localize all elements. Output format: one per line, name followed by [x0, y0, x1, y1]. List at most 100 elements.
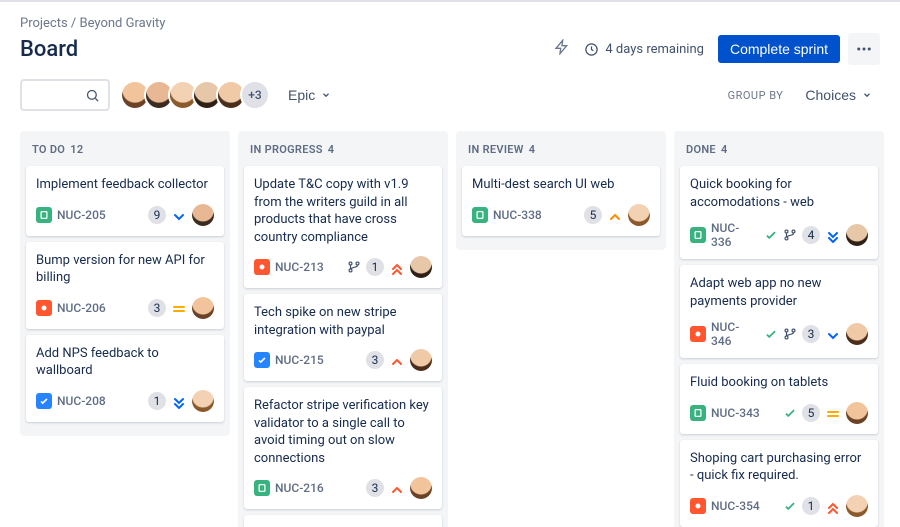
- column-count: 4: [328, 143, 335, 156]
- assignee-avatar[interactable]: [410, 477, 432, 499]
- sprint-remaining: 4 days remaining: [584, 42, 704, 57]
- column: DONE 4Quick booking for accomodations - …: [674, 131, 884, 527]
- card-title: Add NPS feedback to wallboard: [36, 345, 214, 380]
- issue-key: NUC-338: [493, 208, 542, 222]
- priority-icon: [171, 393, 187, 409]
- assignee-avatar[interactable]: [410, 349, 432, 371]
- clock-icon: [584, 42, 599, 57]
- breadcrumb-project-name[interactable]: Beyond Gravity: [80, 16, 166, 31]
- column-header: IN PROGRESS 4: [244, 139, 442, 166]
- issue-type-icon: [254, 352, 270, 368]
- issue-type-icon: [690, 227, 706, 243]
- issue-card[interactable]: Quick booking for accomodations - web NUC…: [680, 166, 878, 259]
- issue-card[interactable]: Add NPS feedback to wallboard NUC-208 1: [26, 335, 224, 422]
- issue-type-icon: [472, 207, 488, 223]
- card-title: Fluid booking on tablets: [690, 374, 868, 392]
- issue-key: NUC-336: [711, 221, 754, 249]
- issue-card[interactable]: Shoping cart purchasing error - quick fi…: [680, 440, 878, 527]
- column-header: IN REVIEW 4: [462, 139, 660, 166]
- issue-card[interactable]: Bump version for new API for billingNUC-…: [26, 242, 224, 329]
- priority-icon: [171, 300, 187, 316]
- card-title: Adapt web app no new payments provider: [690, 275, 868, 310]
- story-points: 3: [802, 325, 820, 343]
- branch-icon: [783, 228, 797, 242]
- issue-card[interactable]: Change phone number field type to 'phone…: [244, 515, 442, 527]
- branch-icon: [783, 327, 797, 341]
- issue-card[interactable]: Adapt web app no new payments provider NU…: [680, 265, 878, 358]
- card-title: Bump version for new API for billing: [36, 252, 214, 287]
- done-check-icon: [783, 406, 797, 420]
- column-header: DONE 4: [680, 139, 878, 166]
- issue-card[interactable]: Tech spike on new stripe integration wit…: [244, 294, 442, 381]
- issue-type-icon: [254, 480, 270, 496]
- story-points: 9: [148, 206, 166, 224]
- done-check-icon: [764, 228, 778, 242]
- issue-key: NUC-213: [275, 260, 324, 274]
- column: TO DO 12Implement feedback collectorNUC-…: [20, 131, 230, 436]
- search-input[interactable]: [20, 79, 110, 111]
- issue-type-icon: [36, 300, 52, 316]
- board: TO DO 12Implement feedback collectorNUC-…: [20, 131, 880, 527]
- issue-type-icon: [690, 326, 706, 342]
- issue-type-icon: [690, 498, 706, 514]
- assignee-avatar[interactable]: [846, 224, 868, 246]
- complete-sprint-button[interactable]: Complete sprint: [718, 35, 840, 63]
- priority-icon: [389, 352, 405, 368]
- priority-icon: [607, 207, 623, 223]
- story-points: 1: [802, 497, 820, 515]
- issue-card[interactable]: Multi-dest search UI webNUC-3385: [462, 166, 660, 236]
- card-title: Quick booking for accomodations - web: [690, 176, 868, 211]
- card-title: Update T&C copy with v1.9 from the write…: [254, 176, 432, 246]
- assignee-avatar[interactable]: [846, 495, 868, 517]
- story-points: 1: [366, 258, 384, 276]
- assignee-avatar[interactable]: [192, 297, 214, 319]
- issue-card[interactable]: Fluid booking on tabletsNUC-3435: [680, 364, 878, 434]
- issue-key: NUC-215: [275, 353, 324, 367]
- issue-card[interactable]: Update T&C copy with v1.9 from the write…: [244, 166, 442, 288]
- issue-type-icon: [36, 207, 52, 223]
- issue-type-icon: [254, 259, 270, 275]
- assignee-avatar[interactable]: [192, 204, 214, 226]
- done-check-icon: [783, 499, 797, 513]
- issue-card[interactable]: Refactor stripe verification key validat…: [244, 387, 442, 509]
- column: IN PROGRESS 4 Update T&C copy with v1.9 f…: [238, 131, 448, 527]
- more-actions-button[interactable]: [848, 33, 880, 65]
- issue-type-icon: [690, 405, 706, 421]
- priority-icon: [825, 326, 841, 342]
- issue-type-icon: [36, 393, 52, 409]
- assignee-avatar[interactable]: [410, 256, 432, 278]
- story-points: 3: [366, 479, 384, 497]
- board-controls: +3 Epic GROUP BY Choices: [20, 79, 880, 111]
- groupby-label: GROUP BY: [728, 89, 784, 102]
- epic-filter[interactable]: Epic: [280, 81, 339, 109]
- page-title: Board: [20, 37, 78, 62]
- priority-icon: [825, 227, 841, 243]
- issue-key: NUC-346: [711, 320, 754, 348]
- story-points: 4: [802, 226, 820, 244]
- assignee-filter[interactable]: +3: [120, 80, 270, 110]
- groupby-dropdown[interactable]: Choices: [797, 81, 880, 109]
- priority-icon: [389, 480, 405, 496]
- story-points: 1: [148, 392, 166, 410]
- card-title: Implement feedback collector: [36, 176, 214, 194]
- avatar-more[interactable]: +3: [240, 80, 270, 110]
- priority-icon: [171, 207, 187, 223]
- story-points: 3: [148, 299, 166, 317]
- priority-icon: [825, 498, 841, 514]
- branch-icon: [347, 260, 361, 274]
- card-title: Tech spike on new stripe integration wit…: [254, 304, 432, 339]
- issue-card[interactable]: Implement feedback collector NUC-205 9: [26, 166, 224, 236]
- column: IN REVIEW 4Multi-dest search UI webNUC-3…: [456, 131, 666, 250]
- breadcrumb-projects[interactable]: Projects: [20, 16, 68, 31]
- assignee-avatar[interactable]: [628, 204, 650, 226]
- issue-key: NUC-354: [711, 499, 760, 513]
- assignee-avatar[interactable]: [192, 390, 214, 412]
- chevron-down-icon: [862, 90, 872, 100]
- assignee-avatar[interactable]: [846, 402, 868, 424]
- assignee-avatar[interactable]: [846, 323, 868, 345]
- issue-key: NUC-208: [57, 394, 106, 408]
- issue-key: NUC-205: [57, 208, 106, 222]
- column-count: 4: [721, 143, 728, 156]
- priority-icon: [825, 405, 841, 421]
- automation-icon[interactable]: [554, 39, 570, 59]
